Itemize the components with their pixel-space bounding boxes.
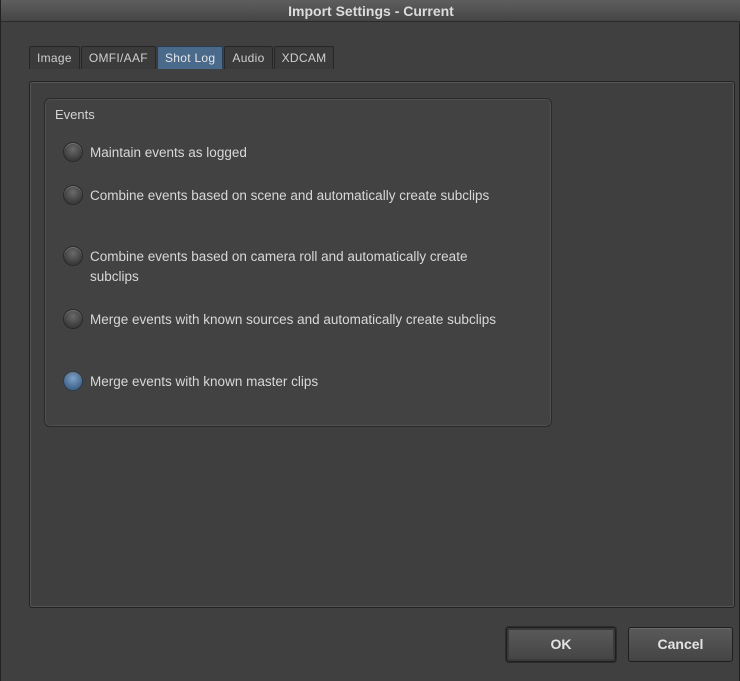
- events-group: Events Maintain events as logged Combine…: [44, 98, 552, 427]
- tab-audio[interactable]: Audio: [224, 46, 273, 69]
- radio-button-selected-icon[interactable]: [63, 371, 83, 391]
- events-group-title: Events: [55, 107, 95, 122]
- option-label: Merge events with known master clips: [90, 374, 319, 389]
- shot-log-panel: Events Maintain events as logged Combine…: [29, 81, 735, 608]
- option-combine-by-camera-roll[interactable]: Combine events based on camera roll and …: [63, 246, 533, 287]
- option-label: Maintain events as logged: [90, 145, 247, 160]
- window-title: Import Settings - Current: [1, 0, 740, 22]
- option-combine-by-scene[interactable]: Combine events based on scene and automa…: [63, 185, 533, 206]
- tab-omfi-aaf[interactable]: OMFI/AAF: [80, 46, 156, 69]
- option-merge-master-clips[interactable]: Merge events with known master clips: [63, 371, 533, 392]
- option-label: Combine events based on scene and automa…: [90, 188, 490, 203]
- ok-button[interactable]: OK: [506, 627, 616, 662]
- radio-button-icon[interactable]: [63, 142, 83, 162]
- option-merge-known-sources[interactable]: Merge events with known sources and auto…: [63, 309, 533, 330]
- option-label: Merge events with known sources and auto…: [90, 312, 496, 327]
- import-settings-dialog: Import Settings - Current Image OMFI/AAF…: [0, 0, 740, 681]
- tab-xdcam[interactable]: XDCAM: [273, 46, 335, 69]
- option-maintain-events[interactable]: Maintain events as logged: [63, 142, 533, 163]
- cancel-button[interactable]: Cancel: [628, 627, 733, 662]
- tab-bar: Image OMFI/AAF Shot Log Audio XDCAM: [29, 46, 335, 69]
- option-label: Combine events based on camera roll and …: [90, 249, 468, 284]
- radio-button-icon[interactable]: [63, 185, 83, 205]
- tab-image[interactable]: Image: [29, 46, 80, 69]
- radio-button-icon[interactable]: [63, 246, 83, 266]
- tab-shot-log[interactable]: Shot Log: [156, 46, 224, 69]
- radio-button-icon[interactable]: [63, 309, 83, 329]
